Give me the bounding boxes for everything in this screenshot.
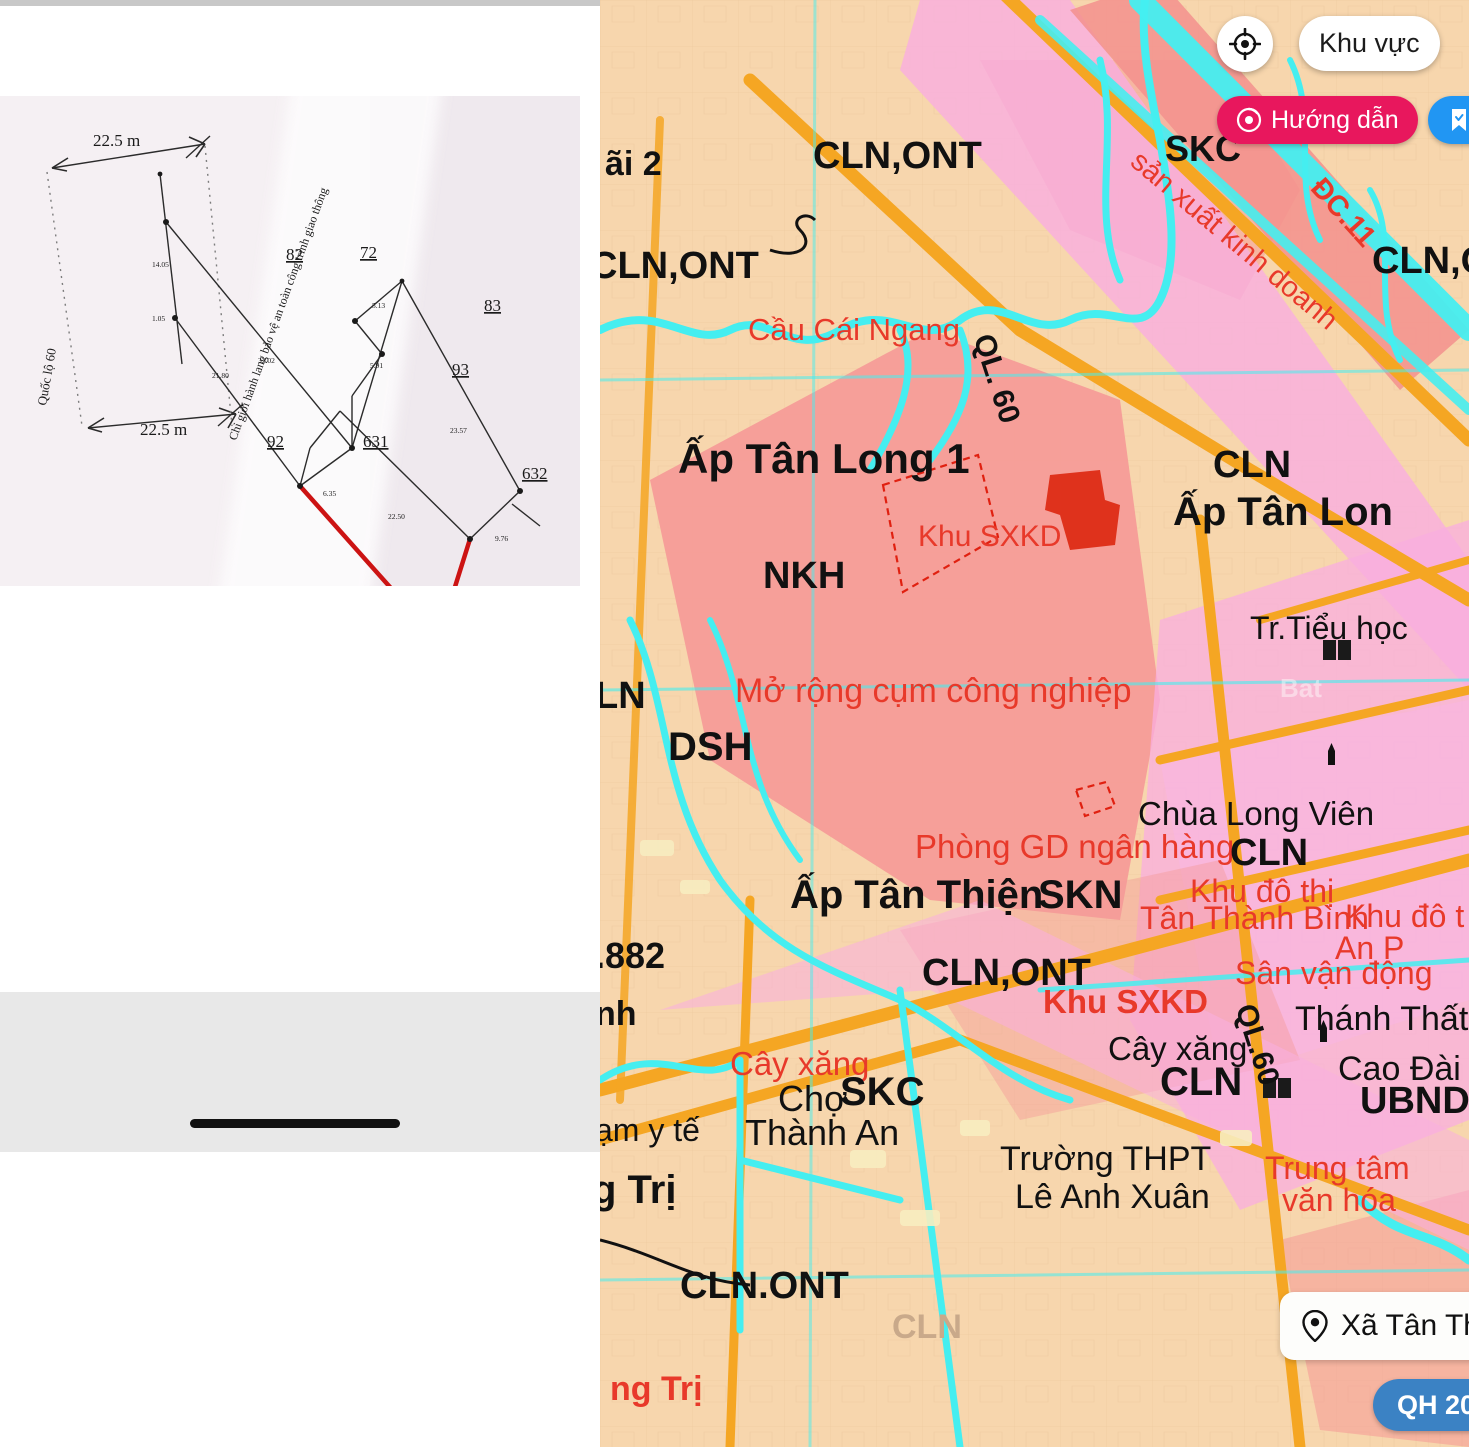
map-label: Ấp Tân Long 1 xyxy=(678,435,970,482)
map-label: nh xyxy=(600,995,637,1033)
chip-khu-vuc[interactable]: Khu vực xyxy=(1299,16,1440,71)
svg-text:6.35: 6.35 xyxy=(323,489,336,498)
screenshot-root: 22.5 m 22.5 m 14.05 1.05 21.80 32.02 5.9… xyxy=(0,0,1469,1447)
map-label: văn hóa xyxy=(1282,1182,1396,1218)
bookmark-icon xyxy=(1452,109,1466,131)
map-label: Ấp Tân Lon xyxy=(1173,490,1393,534)
svg-text:1.05: 1.05 xyxy=(152,314,165,323)
location-pin-icon xyxy=(1302,1310,1328,1342)
svg-text:72: 72 xyxy=(360,243,377,262)
map-label: Thánh Thất xyxy=(1295,1000,1469,1038)
map-label: DSH xyxy=(668,725,753,769)
map-label: Lê Anh Xuân xyxy=(1015,1178,1210,1216)
guide-target-icon xyxy=(1236,107,1262,133)
map-label: CLN xyxy=(1213,444,1292,486)
svg-text:14.05: 14.05 xyxy=(152,260,169,269)
address-text: Xã Tân Thành Bình, Huyện Mỏ Cày Bắc, Bến… xyxy=(1341,1309,1469,1342)
map-label: LN xyxy=(600,675,646,717)
map-label: Tr.Tiểu học xyxy=(1250,610,1408,646)
map-label: .882 xyxy=(600,935,666,976)
svg-text:21.80: 21.80 xyxy=(212,371,229,380)
svg-text:9.76: 9.76 xyxy=(495,534,508,543)
map-label: CLN,ONT xyxy=(813,135,982,177)
tab-qh-2030[interactable]: QH 2030 xyxy=(1373,1379,1469,1431)
svg-text:5.91: 5.91 xyxy=(370,361,383,370)
map-label: Khu SXKD xyxy=(918,520,1062,553)
map-label: UBND xyxy=(1360,1080,1469,1122)
map-label: Cầu Cái Ngang xyxy=(748,312,960,347)
svg-text:631: 631 xyxy=(363,432,389,451)
map-label: CLN,O xyxy=(1372,240,1469,282)
bottom-sheet-area xyxy=(0,992,600,1152)
crosshair-icon xyxy=(1229,28,1261,60)
svg-text:5.13: 5.13 xyxy=(372,301,385,310)
map-label: g Trị xyxy=(600,1168,677,1212)
svg-text:Quốc lộ 60: Quốc lộ 60 xyxy=(34,347,59,407)
button-thua-da-luu[interactable]: Thửa đã lưu ↗ xyxy=(1428,96,1469,144)
map-label: SKN xyxy=(1038,873,1123,917)
planning-map-panel[interactable]: ãi 2 CLN,ONT CLN,ONT Cầu Cái Ngang QL. 60 Ấp … xyxy=(600,0,1469,1447)
map-label: Ấp Tân Thiện xyxy=(790,873,1044,917)
map-label: CLN xyxy=(892,1308,962,1346)
svg-text:83: 83 xyxy=(484,296,501,315)
map-label: Mở rộng cụm công nghiệp xyxy=(735,672,1132,710)
address-bar[interactable]: Xã Tân Thành Bình, Huyện Mỏ Cày Bắc, Bến… xyxy=(1280,1292,1469,1360)
watermark: Bat xyxy=(1280,673,1322,703)
cadastral-panel: 22.5 m 22.5 m 14.05 1.05 21.80 32.02 5.9… xyxy=(0,0,600,1447)
svg-text:22.5 m: 22.5 m xyxy=(140,420,187,439)
map-label: ãi 2 xyxy=(605,145,662,183)
map-label: Thành An xyxy=(745,1112,900,1153)
svg-text:632: 632 xyxy=(522,464,548,483)
svg-text:93: 93 xyxy=(452,360,469,379)
button-huong-dan[interactable]: Hướng dẫn xyxy=(1217,96,1418,144)
svg-text:22.50: 22.50 xyxy=(388,512,405,521)
map-label: ạm y tế xyxy=(600,1112,700,1148)
map-label: CLN xyxy=(1230,832,1309,874)
locate-me-button[interactable] xyxy=(1217,16,1273,72)
map-label: Sân vận động xyxy=(1235,955,1433,991)
map-label: Trường THPT xyxy=(1000,1140,1212,1178)
top-strip xyxy=(0,0,600,6)
map-label: Khu SXKD xyxy=(1043,983,1208,1020)
map-label: ng Trị xyxy=(610,1370,703,1408)
label-huong-dan: Hướng dẫn xyxy=(1271,105,1399,134)
svg-text:92: 92 xyxy=(267,432,284,451)
map-label: Phòng GD ngân hàng xyxy=(915,828,1235,865)
map-label: CLN,ONT xyxy=(600,245,759,287)
cadastral-sketch-image[interactable]: 22.5 m 22.5 m 14.05 1.05 21.80 32.02 5.9… xyxy=(0,96,580,586)
map-label: SKC xyxy=(840,1070,925,1114)
map-label: NKH xyxy=(763,555,846,597)
svg-text:22.5 m: 22.5 m xyxy=(93,131,140,150)
svg-text:23.57: 23.57 xyxy=(450,426,467,435)
map-label: CLN.ONT xyxy=(680,1265,849,1307)
map-label: CLN xyxy=(1160,1060,1243,1104)
home-indicator[interactable] xyxy=(190,1119,400,1128)
cadastral-vector-drawing: 22.5 m 22.5 m 14.05 1.05 21.80 32.02 5.9… xyxy=(34,131,548,586)
